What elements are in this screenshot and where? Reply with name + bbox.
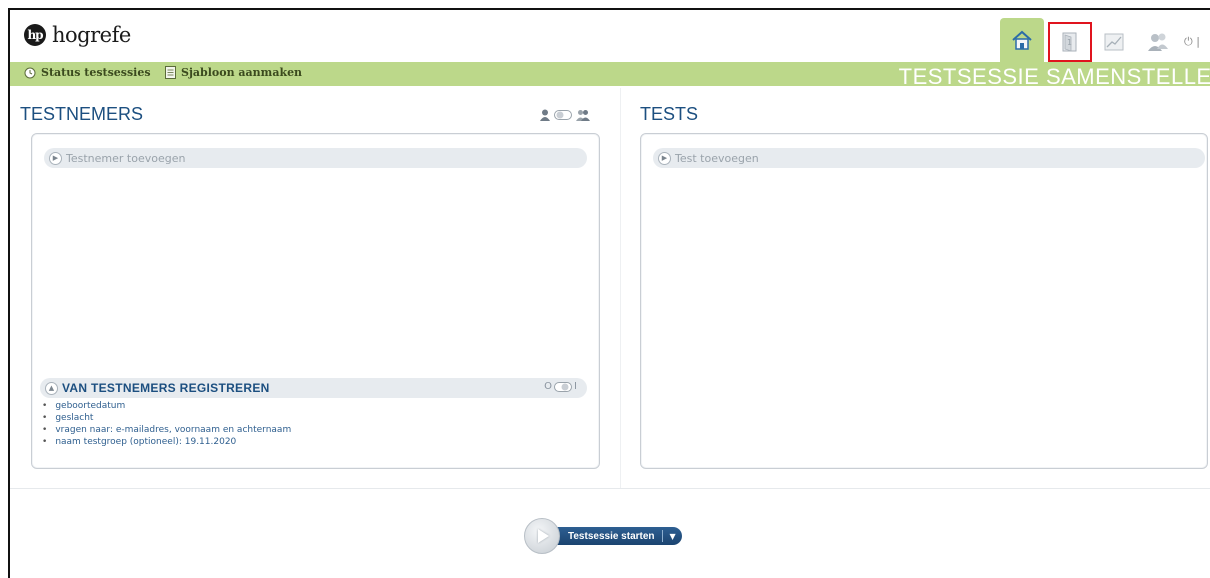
status-sessions-label: Status testsessies	[41, 66, 151, 79]
svg-text:1: 1	[1067, 38, 1072, 47]
nav-reports-button[interactable]	[1092, 22, 1136, 62]
list-item: naam testgroep (optioneel): 19.11.2020	[42, 436, 291, 448]
toggle-off-label: O	[544, 381, 553, 392]
register-title: VAN TESTNEMERS REGISTREREN	[62, 381, 270, 395]
toggle-on-label: I	[574, 381, 577, 392]
logo-text: hogrefe	[52, 23, 131, 47]
register-section-header[interactable]: ▲ VAN TESTNEMERS REGISTREREN O I	[40, 378, 587, 398]
list-item: geboortedatum	[42, 400, 291, 412]
list-item: geslacht	[42, 412, 291, 424]
logo-mark: hp	[24, 24, 46, 46]
chart-icon	[1104, 33, 1124, 51]
toggle-switch-icon	[554, 110, 572, 120]
clock-icon	[24, 67, 36, 78]
view-toggle[interactable]	[540, 109, 590, 121]
nav-users-button[interactable]	[1136, 22, 1180, 62]
register-list: geboortedatum geslacht vragen naar: e-ma…	[42, 400, 291, 448]
document-icon: 1	[1062, 32, 1077, 52]
tests-panel: ▶ Test toevoegen	[640, 133, 1208, 469]
main-nav: 1 ⏻ |	[1000, 18, 1210, 62]
status-sessions-link[interactable]: Status testsessies	[24, 66, 151, 79]
register-toggle[interactable]: O I	[544, 381, 577, 392]
toolbar: Status testsessies Sjabloon aanmaken TES…	[10, 62, 1210, 89]
tests-title: TESTS	[640, 104, 699, 124]
power-menu[interactable]: ⏻ |	[1180, 22, 1210, 62]
toggle-switch-icon	[554, 381, 573, 392]
add-participant-row[interactable]: ▶ Testnemer toevoegen	[44, 148, 587, 168]
logo[interactable]: hp hogrefe	[24, 23, 131, 47]
expand-icon: ▶	[658, 151, 671, 165]
template-icon	[165, 66, 176, 79]
single-user-icon	[540, 109, 550, 121]
create-template-link[interactable]: Sjabloon aanmaken	[165, 66, 302, 79]
chevron-down-icon[interactable]: ▼	[670, 532, 676, 541]
list-item: vragen naar: e-mailadres, voornaam en ac…	[42, 424, 291, 436]
create-template-label: Sjabloon aanmaken	[181, 66, 303, 79]
nav-documents-button[interactable]: 1	[1048, 22, 1092, 62]
start-separator	[661, 530, 663, 542]
page-title: TESTSESSIE SAMENSTELLEN	[898, 64, 1210, 89]
power-icon: ⏻ |	[1184, 35, 1200, 48]
start-session-button[interactable]: Testsessie starten ▼	[524, 518, 682, 554]
header: hp hogrefe 1 ⏻ |	[10, 10, 1210, 62]
start-session-label: Testsessie starten	[568, 530, 655, 542]
add-test-label: Test toevoegen	[675, 151, 759, 165]
add-participant-label: Testnemer toevoegen	[66, 151, 186, 165]
group-users-icon	[576, 110, 590, 121]
start-session-pill: Testsessie starten ▼	[548, 527, 682, 545]
app-window: hp hogrefe 1 ⏻ | Status testsessies Sjab…	[8, 8, 1210, 578]
column-divider	[620, 88, 621, 488]
testnemers-title: TESTNEMERS	[20, 104, 144, 124]
testnemers-panel: ▶ Testnemer toevoegen ▲ VAN TESTNEMERS R…	[31, 133, 600, 469]
expand-icon: ▶	[49, 151, 62, 165]
collapse-icon: ▲	[45, 381, 58, 395]
home-icon	[1012, 30, 1032, 50]
nav-home-button[interactable]	[1000, 18, 1044, 62]
play-icon	[524, 518, 560, 554]
users-icon	[1148, 33, 1168, 51]
add-test-row[interactable]: ▶ Test toevoegen	[653, 148, 1205, 168]
footer-divider	[10, 488, 1210, 489]
